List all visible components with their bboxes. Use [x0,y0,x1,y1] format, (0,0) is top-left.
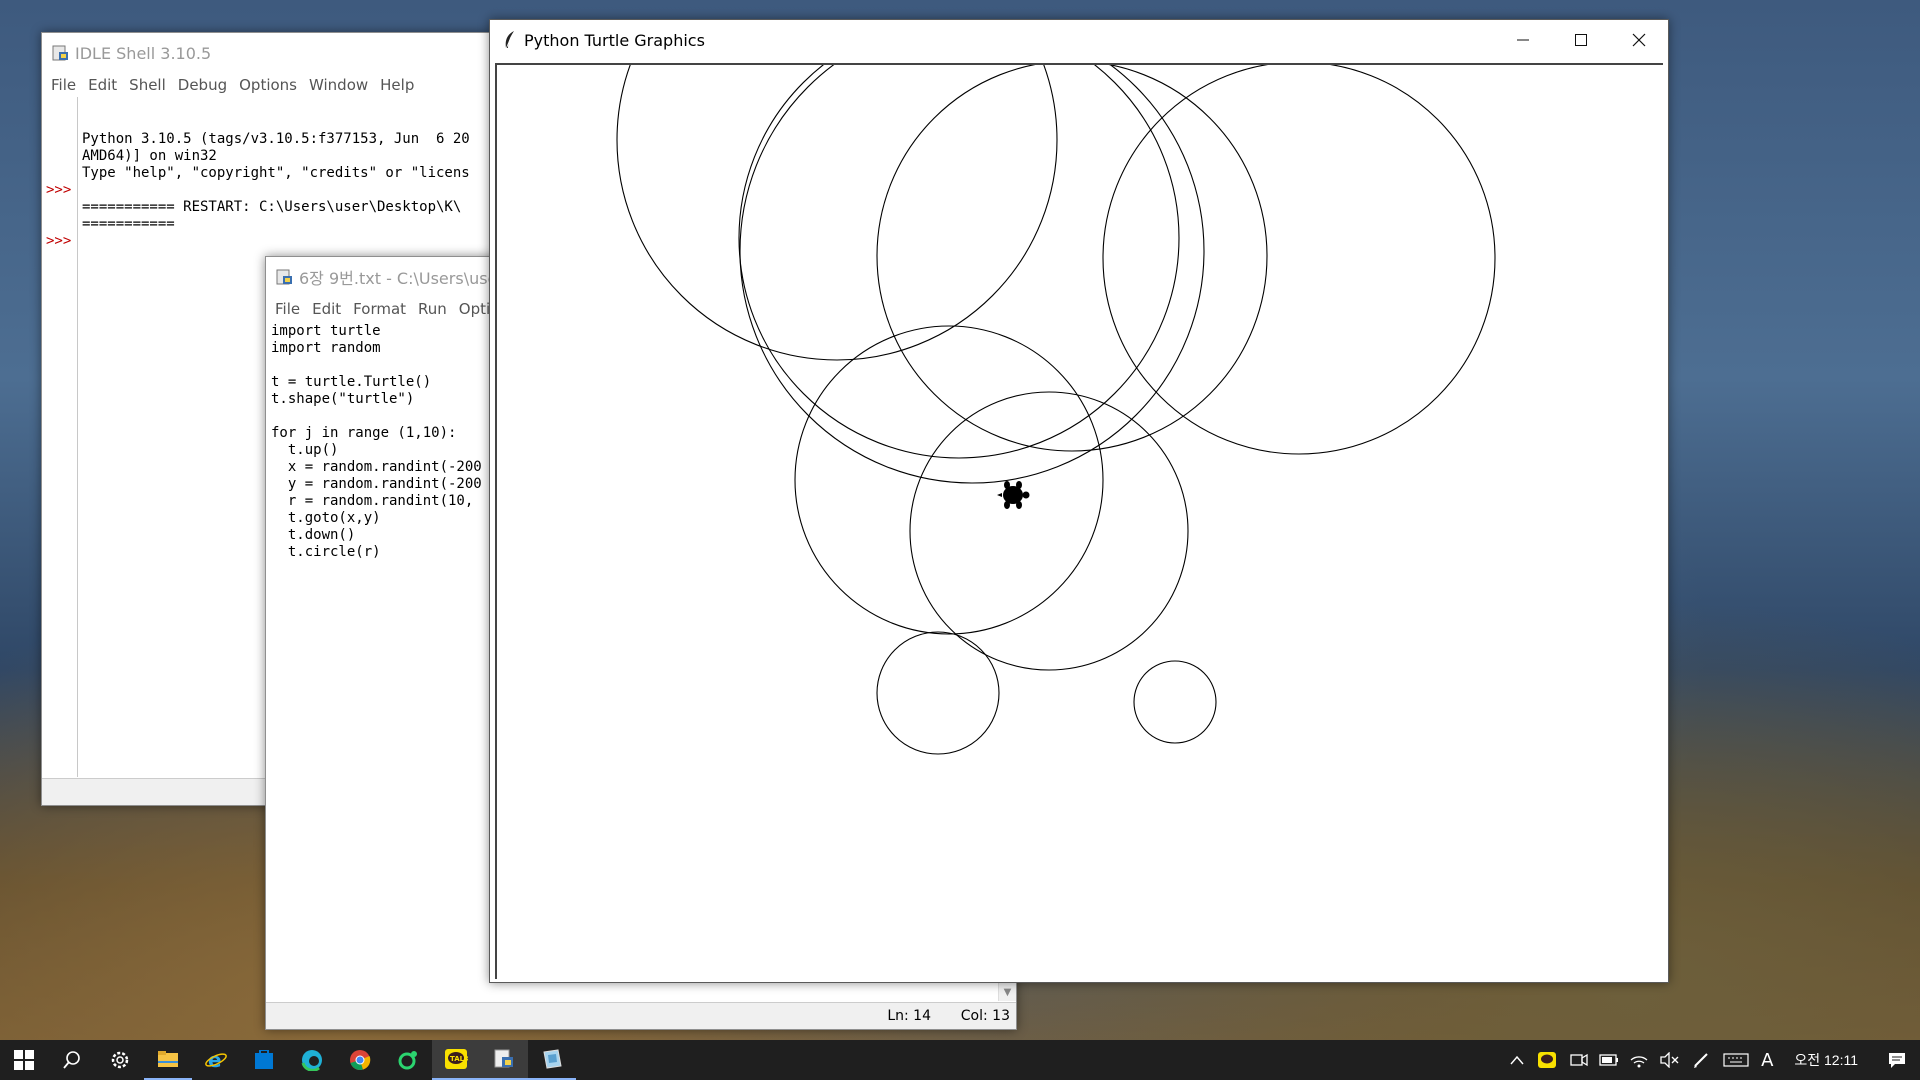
speaker-muted-icon[interactable] [1654,1040,1684,1080]
battery-icon[interactable] [1594,1040,1624,1080]
minimize-icon[interactable] [1494,20,1552,60]
idle-editor-icon[interactable] [480,1040,528,1080]
code-line: t.down() [271,527,356,543]
editor-menu-file[interactable]: File [275,300,300,318]
turtle-titlebar[interactable]: Python Turtle Graphics [490,20,1668,60]
shell-menu-debug[interactable]: Debug [178,76,227,94]
shell-menu-options[interactable]: Options [239,76,297,94]
turtle-canvas[interactable] [495,63,1663,979]
wifi-icon[interactable] [1624,1040,1654,1080]
svg-text:e: e [208,1049,222,1071]
kakaotalk-icon[interactable]: TALK [432,1040,480,1080]
drawn-circle [739,65,1205,484]
shell-menu-file[interactable]: File [51,76,76,94]
editor-menu-run[interactable]: Run [418,300,447,318]
idle-app-icon [51,44,69,62]
chevron-up-icon[interactable] [1504,1040,1530,1080]
shell-prompt: >>> [46,182,72,198]
idle-editor-icon [275,268,293,286]
code-line: for j in range (1,10): [271,425,457,441]
shell-menu-window[interactable]: Window [309,76,368,94]
maximize-icon[interactable] [1552,20,1610,60]
windows-start-icon[interactable] [0,1040,48,1080]
system-tray: A 오전 12:11 [1504,1040,1920,1080]
close-icon[interactable] [1610,20,1668,60]
notification-icon[interactable] [1874,1040,1920,1080]
status-line: Ln: 14 [887,1008,931,1024]
drawn-circle [616,65,1058,361]
search-icon[interactable] [48,1040,96,1080]
taskbar: e TALK A 오전 12:11 [0,1040,1920,1080]
drawn-circle [876,631,1000,755]
scroll-down-arrow-icon[interactable]: ▼ [999,984,1016,1001]
turtle-title: Python Turtle Graphics [524,30,705,50]
editor-menu-format[interactable]: Format [353,300,406,318]
pen-icon[interactable] [1684,1040,1718,1080]
drawn-circle [1133,660,1217,744]
meeting-icon[interactable] [1564,1040,1594,1080]
feather-icon [502,30,518,50]
shell-prompt: >>> [46,233,72,249]
code-line: import turtle [271,323,381,339]
shell-prompt-gutter: >>> >>> [42,97,78,777]
turtle-drawing [616,65,1496,755]
code-line: t.circle(r) [271,544,381,560]
shell-menu-edit[interactable]: Edit [88,76,117,94]
drawn-circle [909,391,1189,671]
turtle-icon [997,481,1030,509]
shell-menu-help[interactable]: Help [380,76,414,94]
ime-indicator[interactable]: A [1754,1040,1780,1080]
drawn-circle [1102,65,1496,455]
clock[interactable]: 오전 12:11 [1780,1050,1874,1070]
file-explorer-icon[interactable] [144,1040,192,1080]
green-app-icon[interactable] [384,1040,432,1080]
editor-statusbar: Ln: 14 Col: 13 [266,1002,1016,1029]
code-line: t.up() [271,442,339,458]
code-line: x = random.randint(-200 [271,459,482,475]
shell-titlebar[interactable]: IDLE Shell 3.10.5 [42,33,492,73]
shell-menubar: File Edit Shell Debug Options Window Hel… [42,73,492,97]
drawn-circle [876,65,1268,452]
internet-explorer-icon[interactable]: e [192,1040,240,1080]
settings-icon[interactable] [96,1040,144,1080]
shell-menu-shell[interactable]: Shell [129,76,166,94]
keyboard-icon[interactable] [1718,1040,1754,1080]
store-icon[interactable] [240,1040,288,1080]
code-line: import random [271,340,381,356]
drawn-circle [794,325,1104,635]
code-line: t = turtle.Turtle() [271,374,432,390]
shell-line: Type "help", "copyright", "credits" or "… [82,165,470,181]
turtle-window[interactable]: Python Turtle Graphics [489,19,1669,983]
chrome-icon[interactable] [336,1040,384,1080]
code-line: t.shape("turtle") [271,391,415,407]
status-column: Col: 13 [960,1008,1010,1024]
shell-title: IDLE Shell 3.10.5 [75,43,212,63]
shell-line: AMD64)] on win32 [82,148,217,164]
drawn-circle [738,65,1180,459]
python-turtle-icon[interactable] [528,1040,576,1080]
code-line: r = random.randint(10, [271,493,474,509]
code-line: t.goto(x,y) [271,510,381,526]
shell-line: =========== RESTART: C:\Users\user\Deskt… [82,199,462,215]
kakaotalk-tray-icon[interactable] [1530,1040,1564,1080]
shell-line: =========== [82,216,175,232]
code-line: y = random.randint(-200 [271,476,482,492]
svg-text:TALK: TALK [450,1055,468,1063]
edge-icon[interactable] [288,1040,336,1080]
shell-line: Python 3.10.5 (tags/v3.10.5:f377153, Jun… [82,131,470,147]
editor-menu-edit[interactable]: Edit [312,300,341,318]
editor-title: 6장 9번.txt - C:\Users\user\ [299,269,510,288]
